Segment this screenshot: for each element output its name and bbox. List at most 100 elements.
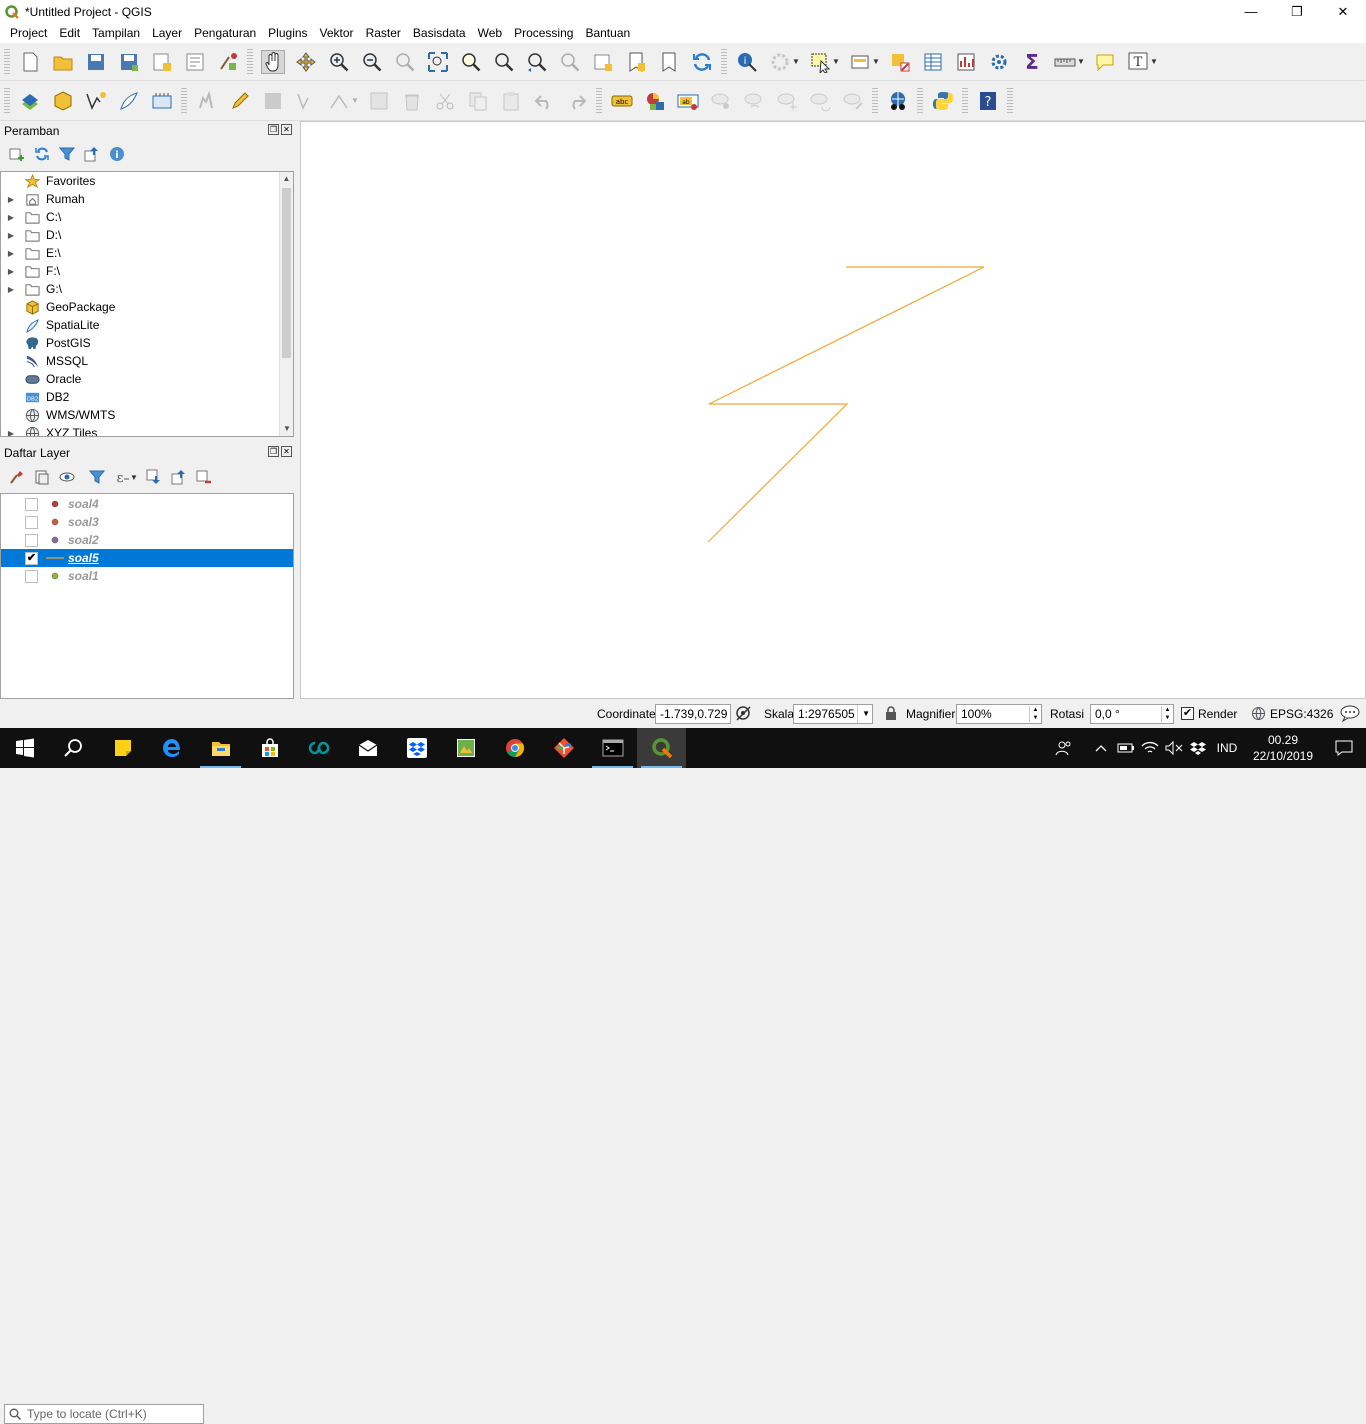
- zoom-last-icon[interactable]: [525, 50, 549, 74]
- tree-item-favorites[interactable]: Favorites: [1, 172, 293, 190]
- restore-button[interactable]: ❐: [1274, 0, 1320, 23]
- save-project-icon[interactable]: [84, 50, 108, 74]
- toolbar-grip[interactable]: [247, 48, 253, 75]
- close-panel-icon[interactable]: ✕: [281, 124, 292, 135]
- layer-visibility-checkbox[interactable]: [25, 515, 38, 529]
- tree-item-drive-f[interactable]: ▶ F:\: [1, 262, 293, 280]
- menu-tampilan[interactable]: Tampilan: [86, 26, 146, 40]
- paste-features-icon[interactable]: [499, 89, 523, 113]
- menu-vektor[interactable]: Vektor: [314, 26, 360, 40]
- scrollbar-thumb[interactable]: [282, 188, 291, 358]
- volume-muted-icon[interactable]: [1162, 741, 1186, 755]
- cut-features-icon[interactable]: [433, 89, 457, 113]
- edge-browser-icon[interactable]: [147, 728, 196, 768]
- pan-tool-icon[interactable]: [260, 49, 285, 74]
- zoom-to-layer-icon[interactable]: [492, 50, 516, 74]
- mail-icon[interactable]: [343, 728, 392, 768]
- arduino-icon[interactable]: [294, 728, 343, 768]
- copy-features-icon[interactable]: [466, 89, 490, 113]
- spinner-arrows-icon[interactable]: ▲ ▼: [1161, 706, 1173, 722]
- rotation-spinbox[interactable]: 0,0 ° ▲ ▼: [1090, 704, 1174, 724]
- layer-row-soal3[interactable]: soal3: [1, 513, 293, 531]
- chevron-down-icon[interactable]: ▼: [857, 705, 870, 723]
- coordinate-field[interactable]: -1.739,0.729: [655, 704, 731, 724]
- filter-legend-icon[interactable]: [88, 468, 106, 486]
- new-shapefile-layer-icon[interactable]: [84, 89, 108, 113]
- chevron-right-icon[interactable]: ▶: [4, 231, 18, 240]
- tree-item-xyz-tiles[interactable]: ▶ XYZ Tiles: [1, 424, 293, 436]
- render-checkbox[interactable]: ✔: [1181, 707, 1194, 720]
- input-language[interactable]: IND: [1210, 741, 1244, 755]
- tree-item-drive-g[interactable]: ▶ G:\: [1, 280, 293, 298]
- actions-icon[interactable]: [768, 50, 792, 74]
- toolbar-grip[interactable]: [1007, 87, 1013, 114]
- sticky-notes-icon[interactable]: [98, 728, 147, 768]
- expand-all-icon[interactable]: [145, 468, 163, 486]
- chrome-icon[interactable]: [490, 728, 539, 768]
- style-manager-icon[interactable]: [216, 50, 240, 74]
- python-console-icon[interactable]: [931, 89, 955, 113]
- open-project-icon[interactable]: [51, 50, 75, 74]
- layout-manager-icon[interactable]: [183, 50, 207, 74]
- open-layer-styling-icon[interactable]: [8, 468, 26, 486]
- tree-item-geopackage[interactable]: GeoPackage: [1, 298, 293, 316]
- toolbar-grip[interactable]: [962, 87, 968, 114]
- menu-basisdata[interactable]: Basisdata: [407, 26, 472, 40]
- move-label-icon[interactable]: [775, 89, 799, 113]
- deselect-features-icon[interactable]: [888, 50, 912, 74]
- store-icon[interactable]: [245, 728, 294, 768]
- tree-item-oracle[interactable]: Oracle: [1, 370, 293, 388]
- vertex-tool-icon[interactable]: [327, 89, 351, 113]
- tree-item-mssql[interactable]: MSSQL: [1, 352, 293, 370]
- zoom-native-resolution-icon[interactable]: [393, 50, 417, 74]
- windows-start-icon[interactable]: [0, 728, 49, 768]
- toolbar-grip[interactable]: [872, 87, 878, 114]
- file-explorer-icon[interactable]: [196, 728, 245, 768]
- chevron-right-icon[interactable]: ▶: [4, 213, 18, 222]
- toggle-extents-icon[interactable]: [735, 705, 752, 722]
- select-by-value-icon[interactable]: [848, 50, 872, 74]
- add-selected-layers-icon[interactable]: [8, 145, 26, 163]
- toolbar-grip[interactable]: [4, 87, 10, 114]
- scroll-down-arrow-icon[interactable]: ▼: [280, 422, 293, 436]
- filter-by-expression-icon[interactable]: ε: [113, 468, 131, 486]
- chevron-right-icon[interactable]: ▶: [4, 195, 18, 204]
- gis-app-icon[interactable]: [441, 728, 490, 768]
- select-features-icon[interactable]: [808, 50, 832, 74]
- dropbox-tray-icon[interactable]: [1186, 741, 1210, 755]
- minimize-button[interactable]: —: [1228, 0, 1274, 23]
- search-icon[interactable]: [49, 728, 98, 768]
- layer-visibility-checkbox[interactable]: ✔: [25, 551, 38, 565]
- modify-attributes-icon[interactable]: [367, 89, 391, 113]
- chevron-down-icon[interactable]: ▼: [832, 57, 840, 66]
- current-edits-icon[interactable]: [195, 89, 219, 113]
- pin-unpin-labels-icon[interactable]: [709, 89, 733, 113]
- close-panel-icon[interactable]: ✕: [281, 446, 292, 457]
- chevron-down-icon[interactable]: ▼: [792, 57, 800, 66]
- layer-row-soal2[interactable]: soal2: [1, 531, 293, 549]
- locator-search[interactable]: Type to locate (Ctrl+K): [4, 1404, 204, 1424]
- chevron-down-icon[interactable]: ▼: [130, 473, 138, 482]
- tree-item-drive-d[interactable]: ▶ D:\: [1, 226, 293, 244]
- refresh-icon[interactable]: [690, 50, 714, 74]
- collapse-all-icon[interactable]: [83, 145, 101, 163]
- save-as-icon[interactable]: [117, 50, 141, 74]
- tree-item-wms-wmts[interactable]: WMS/WMTS: [1, 406, 293, 424]
- data-source-manager-icon[interactable]: [18, 89, 42, 113]
- layer-visibility-checkbox[interactable]: [25, 497, 38, 511]
- toggle-editing-icon[interactable]: [228, 89, 252, 113]
- show-bookmarks-icon[interactable]: [657, 50, 681, 74]
- chevron-right-icon[interactable]: ▶: [4, 249, 18, 258]
- notifications-icon[interactable]: [1322, 740, 1366, 756]
- menu-plugins[interactable]: Plugins: [262, 26, 313, 40]
- crs-label[interactable]: EPSG:4326: [1270, 707, 1333, 721]
- scale-combobox[interactable]: 1:2976505 ▼: [793, 704, 873, 724]
- add-feature-icon[interactable]: [294, 89, 318, 113]
- messages-icon[interactable]: [1340, 705, 1360, 722]
- sum-icon[interactable]: Σ: [1020, 50, 1044, 74]
- toolbar-grip[interactable]: [721, 48, 727, 75]
- dropbox-icon[interactable]: [392, 728, 441, 768]
- tree-item-drive-c[interactable]: ▶ C:\: [1, 208, 293, 226]
- new-spatialite-layer-icon[interactable]: [117, 89, 141, 113]
- text-annotation-icon[interactable]: T: [1126, 50, 1150, 74]
